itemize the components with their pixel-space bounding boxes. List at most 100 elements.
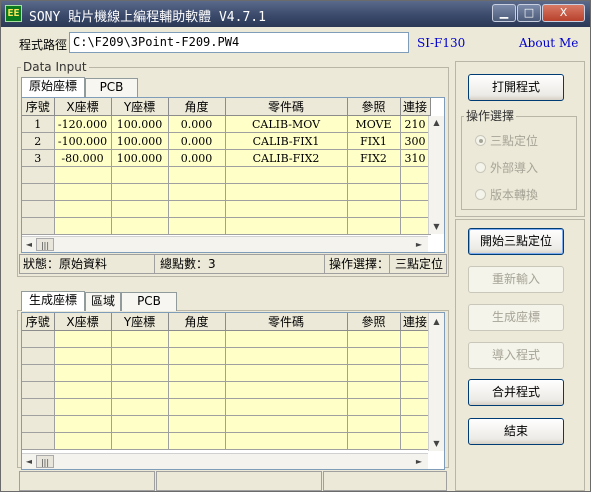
- scroll-left-icon[interactable]: ◄: [23, 238, 35, 251]
- col-header-link[interactable]: 連接: [400, 98, 431, 116]
- out-scroll-down-icon[interactable]: ▼: [429, 437, 444, 450]
- bottom-status-cell-1: [19, 471, 155, 491]
- table-row[interactable]: [22, 432, 431, 450]
- tab-original-coords[interactable]: 原始座標: [21, 77, 85, 97]
- path-label: 程式路徑: [19, 38, 68, 52]
- operation-select-title: 操作選擇: [464, 107, 517, 124]
- start-three-point-button[interactable]: 開始三點定位: [468, 228, 564, 255]
- input-grid[interactable]: 序號 X座標 Y座標 角度 零件碼 參照 連接 1 -120.000 100.0…: [21, 97, 445, 253]
- cell-link[interactable]: 300: [400, 132, 431, 150]
- table-row[interactable]: 1 -120.000 100.000 0.000 CALIB-MOV MOVE …: [22, 115, 431, 133]
- col-header-angle[interactable]: 角度: [168, 98, 226, 116]
- output-vertical-scrollbar[interactable]: ▲ ▼: [428, 313, 444, 451]
- table-row[interactable]: [22, 166, 431, 184]
- generate-coords-button[interactable]: 生成座標: [468, 304, 564, 331]
- out-col-header-link[interactable]: 連接: [400, 313, 431, 331]
- program-path-field[interactable]: C:\F209\3Point-F209.PW4: [69, 32, 409, 53]
- model-label: SI-F130: [417, 36, 466, 50]
- out-scroll-thumb[interactable]: |||: [36, 455, 54, 468]
- input-vertical-scrollbar[interactable]: ▲ ▼: [428, 116, 444, 234]
- main-window: EE SONY 貼片機線上編程輔助軟體 V4.7.1 ▁ □ X 程式路徑 C:…: [0, 0, 591, 492]
- about-me-link[interactable]: About Me: [519, 36, 578, 50]
- table-row[interactable]: [22, 364, 431, 382]
- col-header-ref[interactable]: 參照: [347, 98, 401, 116]
- out-col-header-y[interactable]: Y座標: [111, 313, 169, 331]
- cell-y[interactable]: 100.000: [111, 115, 169, 133]
- out-scroll-left-icon[interactable]: ◄: [23, 455, 35, 468]
- table-row[interactable]: [22, 217, 431, 235]
- out-scroll-up-icon[interactable]: ▲: [429, 315, 444, 328]
- out-col-header-part-code[interactable]: 零件碼: [225, 313, 348, 331]
- radio-dot: [475, 189, 486, 200]
- table-row[interactable]: [22, 183, 431, 201]
- out-col-header-index[interactable]: 序號: [22, 313, 55, 331]
- cell-ref[interactable]: MOVE: [347, 115, 401, 133]
- minimize-button[interactable]: ▁: [492, 4, 516, 22]
- close-button[interactable]: X: [542, 4, 585, 22]
- row-index: 3: [22, 149, 55, 167]
- table-row[interactable]: [22, 398, 431, 416]
- table-row[interactable]: [22, 330, 431, 348]
- tab-region[interactable]: 區域: [85, 292, 121, 311]
- cell-part-code[interactable]: CALIB-FIX1: [225, 132, 348, 150]
- col-header-y[interactable]: Y座標: [111, 98, 169, 116]
- cell-angle[interactable]: 0.000: [168, 149, 226, 167]
- radio-external-import[interactable]: 外部導入: [475, 159, 538, 176]
- scroll-right-icon[interactable]: ►: [412, 238, 426, 251]
- exit-button[interactable]: 結束: [468, 418, 564, 445]
- cell-ref[interactable]: FIX2: [347, 149, 401, 167]
- table-row[interactable]: [22, 347, 431, 365]
- data-input-title: Data Input: [21, 60, 89, 74]
- title-bar[interactable]: EE SONY 貼片機線上編程輔助軟體 V4.7.1 ▁ □ X: [1, 1, 590, 27]
- bottom-status-cell-2: [156, 471, 322, 491]
- maximize-button[interactable]: □: [517, 4, 541, 22]
- scroll-up-icon[interactable]: ▲: [429, 116, 444, 129]
- cell-angle[interactable]: 0.000: [168, 115, 226, 133]
- input-horizontal-scrollbar[interactable]: ◄ ||| ►: [22, 236, 428, 252]
- radio-version-convert[interactable]: 版本轉換: [475, 186, 538, 203]
- tab-pcb[interactable]: PCB: [85, 78, 138, 97]
- cell-part-code[interactable]: CALIB-FIX2: [225, 149, 348, 167]
- col-header-index[interactable]: 序號: [22, 98, 55, 116]
- radio-dot-selected: [475, 135, 486, 146]
- table-row[interactable]: [22, 415, 431, 433]
- row-index: 2: [22, 132, 55, 150]
- cell-angle[interactable]: 0.000: [168, 132, 226, 150]
- cell-link[interactable]: 310: [400, 149, 431, 167]
- tab-generated-coords[interactable]: 生成座標: [21, 291, 85, 311]
- input-table: 序號 X座標 Y座標 角度 零件碼 參照 連接 1 -120.000 100.0…: [22, 98, 431, 235]
- cell-y[interactable]: 100.000: [111, 149, 169, 167]
- cell-link[interactable]: 210: [400, 115, 431, 133]
- out-col-header-ref[interactable]: 參照: [347, 313, 401, 331]
- table-row[interactable]: [22, 200, 431, 218]
- cell-x[interactable]: -100.000: [54, 132, 112, 150]
- table-row[interactable]: [22, 381, 431, 399]
- cell-part-code[interactable]: CALIB-MOV: [225, 115, 348, 133]
- col-header-part-code[interactable]: 零件碼: [225, 98, 348, 116]
- import-program-button[interactable]: 導入程式: [468, 342, 564, 369]
- open-program-button[interactable]: 打開程式: [468, 74, 564, 101]
- cell-x[interactable]: -80.000: [54, 149, 112, 167]
- cell-ref[interactable]: FIX1: [347, 132, 401, 150]
- table-row[interactable]: 2 -100.000 100.000 0.000 CALIB-FIX1 FIX1…: [22, 132, 431, 150]
- out-col-header-angle[interactable]: 角度: [168, 313, 226, 331]
- cell-y[interactable]: 100.000: [111, 132, 169, 150]
- radio-dot: [475, 162, 486, 173]
- window-title: SONY 貼片機線上編程輔助軟體 V4.7.1: [29, 10, 266, 25]
- out-scroll-right-icon[interactable]: ►: [412, 455, 426, 468]
- reinput-button[interactable]: 重新輸入: [468, 266, 564, 293]
- output-grid[interactable]: 序號 X座標 Y座標 角度 零件碼 參照 連接 ▲ ▼ ◄ ||| ►: [21, 312, 445, 470]
- col-header-x[interactable]: X座標: [54, 98, 112, 116]
- scroll-down-icon[interactable]: ▼: [429, 220, 444, 233]
- cell-x[interactable]: -120.000: [54, 115, 112, 133]
- output-horizontal-scrollbar[interactable]: ◄ ||| ►: [22, 453, 428, 469]
- scroll-thumb[interactable]: |||: [36, 238, 54, 251]
- status-mode-value: 三點定位: [395, 257, 444, 271]
- row-index: 1: [22, 115, 55, 133]
- merge-program-button[interactable]: 合并程式: [468, 379, 564, 406]
- out-col-header-x[interactable]: X座標: [54, 313, 112, 331]
- radio-three-point[interactable]: 三點定位: [475, 132, 538, 149]
- bottom-status-cell-3: [323, 471, 447, 491]
- table-row[interactable]: 3 -80.000 100.000 0.000 CALIB-FIX2 FIX2 …: [22, 149, 431, 167]
- tab-output-pcb[interactable]: PCB: [121, 292, 177, 311]
